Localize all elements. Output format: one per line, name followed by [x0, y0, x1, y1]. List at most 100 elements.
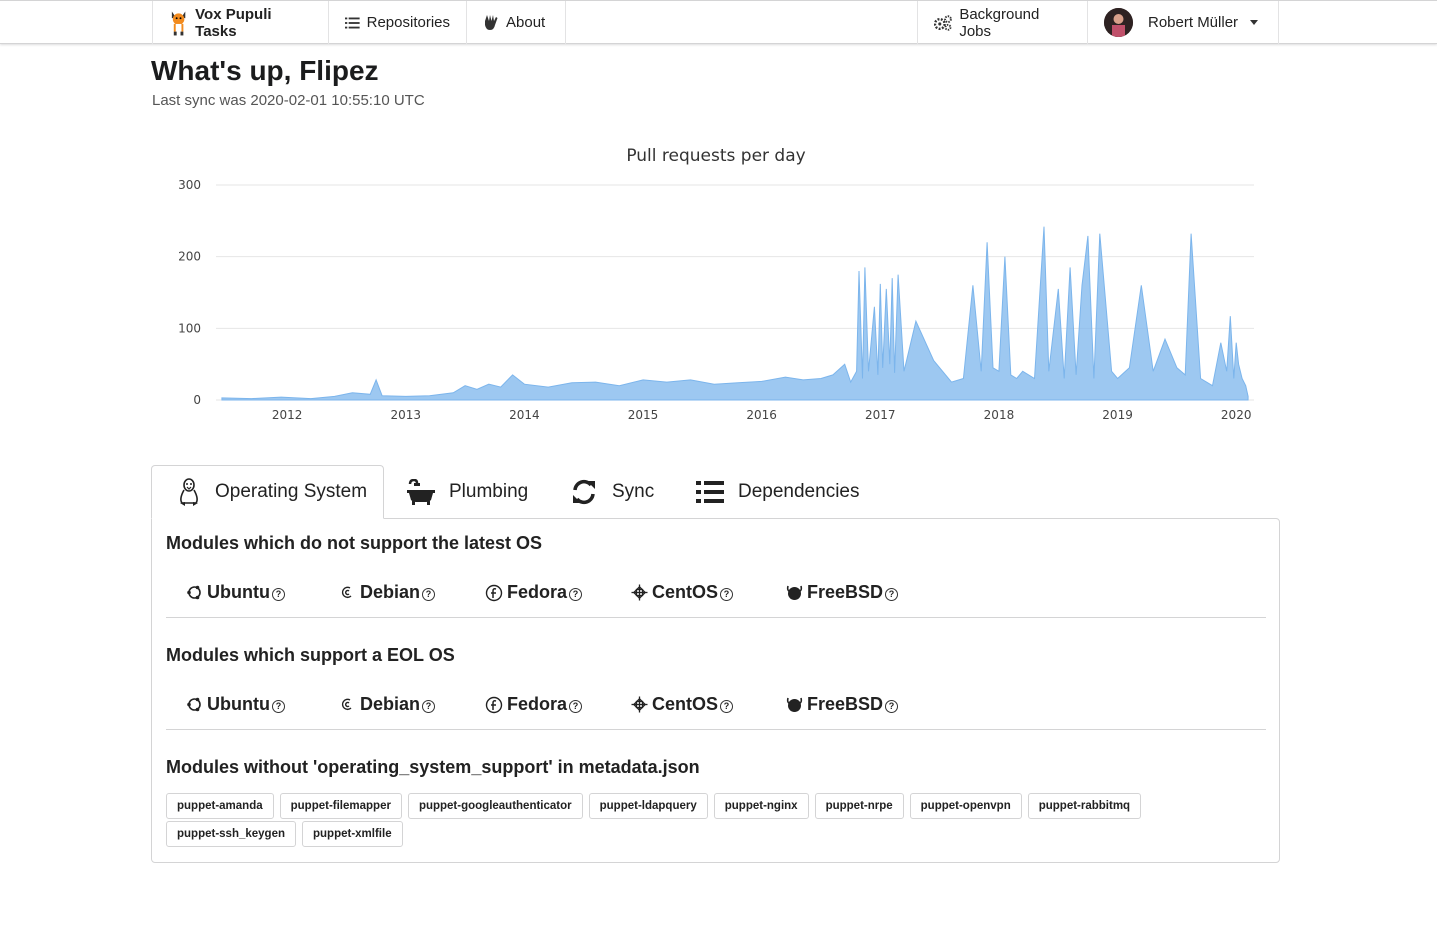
chart-series-area [221, 226, 1249, 401]
chevron-down-icon [1250, 20, 1259, 25]
module-label[interactable]: puppet-ldapquery [588, 793, 708, 819]
os-label: Debian [360, 582, 421, 602]
x-tick-label: 2019 [1102, 408, 1133, 422]
x-tick-label: 2018 [984, 408, 1015, 422]
module-label[interactable]: puppet-nginx [713, 793, 809, 819]
os-label: Fedora [507, 694, 568, 714]
y-tick-label: 200 [178, 250, 201, 264]
os-label: Debian [360, 694, 421, 714]
linux-icon [180, 478, 198, 506]
nav-background-jobs-label: Background Jobs [959, 5, 1040, 40]
os-row-latest: Ubuntu? Debian? Fedora? CentOS? FreeBSD? [166, 567, 1266, 618]
help-icon[interactable]: ? [569, 587, 583, 601]
help-icon[interactable]: ? [885, 587, 899, 601]
help-icon[interactable]: ? [422, 587, 436, 601]
sync-icon [573, 479, 595, 505]
page-title: What's up, Flipez [151, 55, 379, 86]
os-label: FreeBSD [807, 694, 884, 714]
os-fedora[interactable]: Fedora? [485, 694, 583, 715]
list-icon [345, 17, 360, 28]
os-label: Ubuntu [207, 582, 270, 602]
x-tick-label: 2020 [1221, 408, 1252, 422]
brand-name: Vox Pupuli Tasks [195, 5, 272, 40]
os-freebsd[interactable]: FreeBSD? [786, 582, 899, 603]
pull-requests-chart: Pull requests per day 0 100 200 300 2012 201… [178, 146, 1254, 422]
user-menu[interactable]: Robert Müller [1088, 1, 1279, 44]
section-title-no-metadata: Modules without 'operating_system_suppor… [166, 757, 700, 777]
os-label: CentOS [652, 694, 719, 714]
tab-operating-system-label: Operating System [215, 481, 368, 502]
help-icon[interactable]: ? [422, 699, 436, 713]
chart-title: Pull requests per day [626, 146, 805, 166]
help-icon[interactable]: ? [271, 699, 285, 713]
tab-dependencies-label: Dependencies [738, 481, 860, 502]
os-ubuntu[interactable]: Ubuntu? [186, 694, 285, 715]
os-label: FreeBSD [807, 582, 884, 602]
tab-dependencies[interactable]: Dependencies [696, 465, 859, 519]
section-title-eol-os: Modules which support a EOL OS [166, 645, 455, 665]
module-label[interactable]: puppet-xmlfile [302, 821, 403, 847]
user-name: Robert Müller [1148, 14, 1239, 31]
nav-repositories-label: Repositories [366, 14, 450, 31]
y-tick-label: 100 [178, 321, 201, 335]
x-tick-label: 2016 [746, 408, 777, 422]
module-label[interactable]: puppet-rabbitmq [1027, 793, 1142, 819]
last-sync-text: Last sync was 2020-02-01 10:55:10 UTC [152, 92, 425, 109]
module-label[interactable]: puppet-openvpn [909, 793, 1022, 819]
x-tick-label: 2012 [272, 408, 303, 422]
os-row-eol: Ubuntu? Debian? Fedora? CentOS? FreeBSD? [166, 679, 1266, 730]
help-icon[interactable]: ? [720, 587, 734, 601]
module-label[interactable]: puppet-googleauthenticator [407, 793, 583, 819]
tab-operating-system[interactable]: Operating System [151, 465, 384, 519]
freebsd-icon [786, 585, 803, 600]
os-debian[interactable]: Debian? [339, 582, 436, 603]
x-tick-label: 2013 [391, 408, 422, 422]
os-freebsd[interactable]: FreeBSD? [786, 694, 899, 715]
tab-sync-label: Sync [612, 481, 655, 502]
centos-icon [631, 696, 648, 713]
y-tick-label: 300 [178, 178, 201, 192]
os-centos[interactable]: CentOS? [631, 582, 734, 603]
os-label: Ubuntu [207, 694, 270, 714]
list-icon [696, 481, 724, 503]
avatar [1104, 8, 1133, 37]
nav-background-jobs[interactable]: Background Jobs [917, 1, 1088, 44]
x-tick-label: 2017 [865, 408, 896, 422]
fedora-icon [485, 696, 503, 713]
tab-bar: Operating System Plumbing Sync Dependenc… [151, 465, 1280, 519]
tab-plumbing[interactable]: Plumbing [407, 465, 528, 519]
module-label[interactable]: puppet-filemapper [279, 793, 402, 819]
nav-about-label: About [506, 14, 546, 31]
os-ubuntu[interactable]: Ubuntu? [186, 582, 285, 603]
nav-about[interactable]: About [467, 1, 566, 44]
ubuntu-icon [187, 585, 201, 600]
os-label: CentOS [652, 582, 719, 602]
x-tick-label: 2014 [509, 408, 540, 422]
freebsd-icon [786, 697, 803, 712]
top-navbar: Vox Pupuli Tasks Repositories About Back… [0, 0, 1437, 44]
os-label: Fedora [507, 582, 568, 602]
help-icon[interactable]: ? [720, 699, 734, 713]
vulcan-salute-icon [485, 15, 498, 30]
tab-sync[interactable]: Sync [570, 465, 654, 519]
bath-icon [407, 479, 435, 505]
help-icon[interactable]: ? [271, 587, 285, 601]
os-debian[interactable]: Debian? [339, 694, 436, 715]
os-fedora[interactable]: Fedora? [485, 582, 583, 603]
debian-icon [341, 586, 352, 599]
fox-logo-icon [171, 11, 186, 35]
tab-plumbing-label: Plumbing [449, 481, 529, 502]
fedora-icon [485, 584, 503, 601]
nav-repositories[interactable]: Repositories [329, 1, 467, 44]
brand-link[interactable]: Vox Pupuli Tasks [152, 1, 329, 44]
x-tick-label: 2015 [628, 408, 659, 422]
os-centos[interactable]: CentOS? [631, 694, 734, 715]
gears-icon [934, 14, 952, 31]
centos-icon [631, 584, 648, 601]
help-icon[interactable]: ? [569, 699, 583, 713]
module-label[interactable]: puppet-nrpe [814, 793, 904, 819]
ubuntu-icon [187, 697, 201, 712]
help-icon[interactable]: ? [885, 699, 899, 713]
module-label[interactable]: puppet-ssh_keygen [166, 821, 296, 847]
module-label[interactable]: puppet-amanda [166, 793, 274, 819]
